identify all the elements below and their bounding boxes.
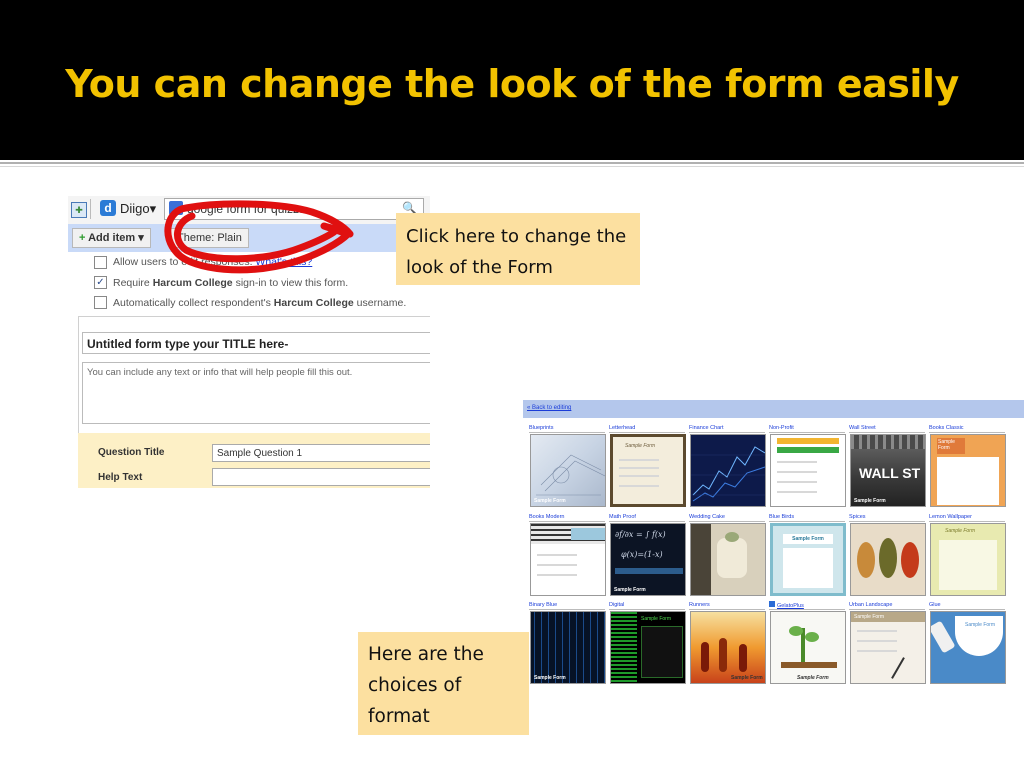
theme-name: Glue [929,601,1005,610]
theme-name: Math Proof [609,513,685,522]
selected-check-icon [769,601,775,607]
theme-name: Runners [689,601,765,610]
theme-name: Wall Street [849,424,925,433]
theme-name: Digital [609,601,685,610]
theme-name: Letterhead [609,424,685,433]
theme-name: Spices [849,513,925,522]
choices-hint-callout: Here are the choices of format [358,632,529,735]
header-divider [0,162,1024,164]
theme-preview: Sample Form [690,611,766,684]
theme-preview: Sample Form [850,611,926,684]
theme-name: Blue Birds [769,513,845,522]
theme-preview [690,523,766,596]
theme-preview: Sample Form [930,523,1006,596]
slide-title: You can change the look of the form easi… [65,62,959,106]
theme-preview [530,523,606,596]
theme-preview: WALL ST Sample Form [850,434,926,507]
theme-tile-non-profit[interactable]: Non-Profit [769,424,846,508]
theme-name: Books Modern [529,513,605,522]
theme-preview: Sample Form [770,611,846,684]
theme-preview: Sample Form [930,434,1006,507]
theme-tile-books-modern[interactable]: Books Modern [529,513,606,597]
gallery-header-bar: « Back to editing [523,400,1024,418]
theme-hint-callout: Click here to change the look of the For… [396,213,640,285]
theme-preview: Sample Form [530,611,606,684]
theme-name: GelatoPlus [769,601,845,610]
theme-preview [850,523,926,596]
theme-tile-digital[interactable]: Digital Sample Form [609,601,686,685]
theme-tile-glue[interactable]: Glue Sample Form [929,601,1006,685]
theme-tile-blue-birds[interactable]: Blue Birds Sample Form [769,513,846,597]
theme-name: Non-Profit [769,424,845,433]
red-circle-annotation [164,200,354,274]
theme-name: Lemon Wallpaper [929,513,1005,522]
header-divider-thin [0,166,1024,167]
theme-tile-binary-blue[interactable]: Binary Blue Sample Form [529,601,606,685]
theme-preview: ∂f/∂x = ∫ f(x) φ(x)=(1-x) Sample Form [610,523,686,596]
theme-preview: Sample Form [610,434,686,507]
theme-tile-letterhead[interactable]: Letterhead Sample Form [609,424,686,508]
theme-tile-finance-chart[interactable]: Finance Chart [689,424,766,508]
theme-tile-wall-street[interactable]: Wall Street WALL ST Sample Form [849,424,926,508]
theme-name: Finance Chart [689,424,765,433]
theme-preview: Sample Form [610,611,686,684]
theme-tile-runners[interactable]: Runners Sample Form [689,601,766,685]
theme-preview: Sample Form [770,523,846,596]
back-to-editing-link[interactable]: « Back to editing [527,405,571,411]
theme-name: Urban Landscape [849,601,925,610]
theme-name: Books Classic [929,424,1005,433]
theme-gallery-screenshot: « Back to editing Blueprints Sample Form… [523,400,1024,690]
theme-preview [770,434,846,507]
theme-preview [690,434,766,507]
theme-tile-gelatoplus[interactable]: GelatoPlus Sample Form [769,601,846,685]
theme-tile-books-classic[interactable]: Books Classic Sample Form [929,424,1006,508]
theme-tile-lemon-wallpaper[interactable]: Lemon Wallpaper Sample Form [929,513,1006,597]
form-editor-screenshot: ✚ d Diigo▾ google form for quizzs 🔍 + Ad… [68,196,430,488]
theme-name: Binary Blue [529,601,605,610]
theme-preview: Sample Form [530,434,606,507]
theme-tile-math-proof[interactable]: Math Proof ∂f/∂x = ∫ f(x) φ(x)=(1-x) Sam… [609,513,686,597]
theme-tile-wedding-cake[interactable]: Wedding Cake [689,513,766,597]
theme-preview: Sample Form [930,611,1006,684]
theme-tile-urban-landscape[interactable]: Urban Landscape Sample Form [849,601,926,685]
theme-tile-spices[interactable]: Spices [849,513,926,597]
theme-name: Wedding Cake [689,513,765,522]
theme-tile-blueprints[interactable]: Blueprints Sample Form [529,424,606,508]
theme-name: Blueprints [529,424,605,433]
